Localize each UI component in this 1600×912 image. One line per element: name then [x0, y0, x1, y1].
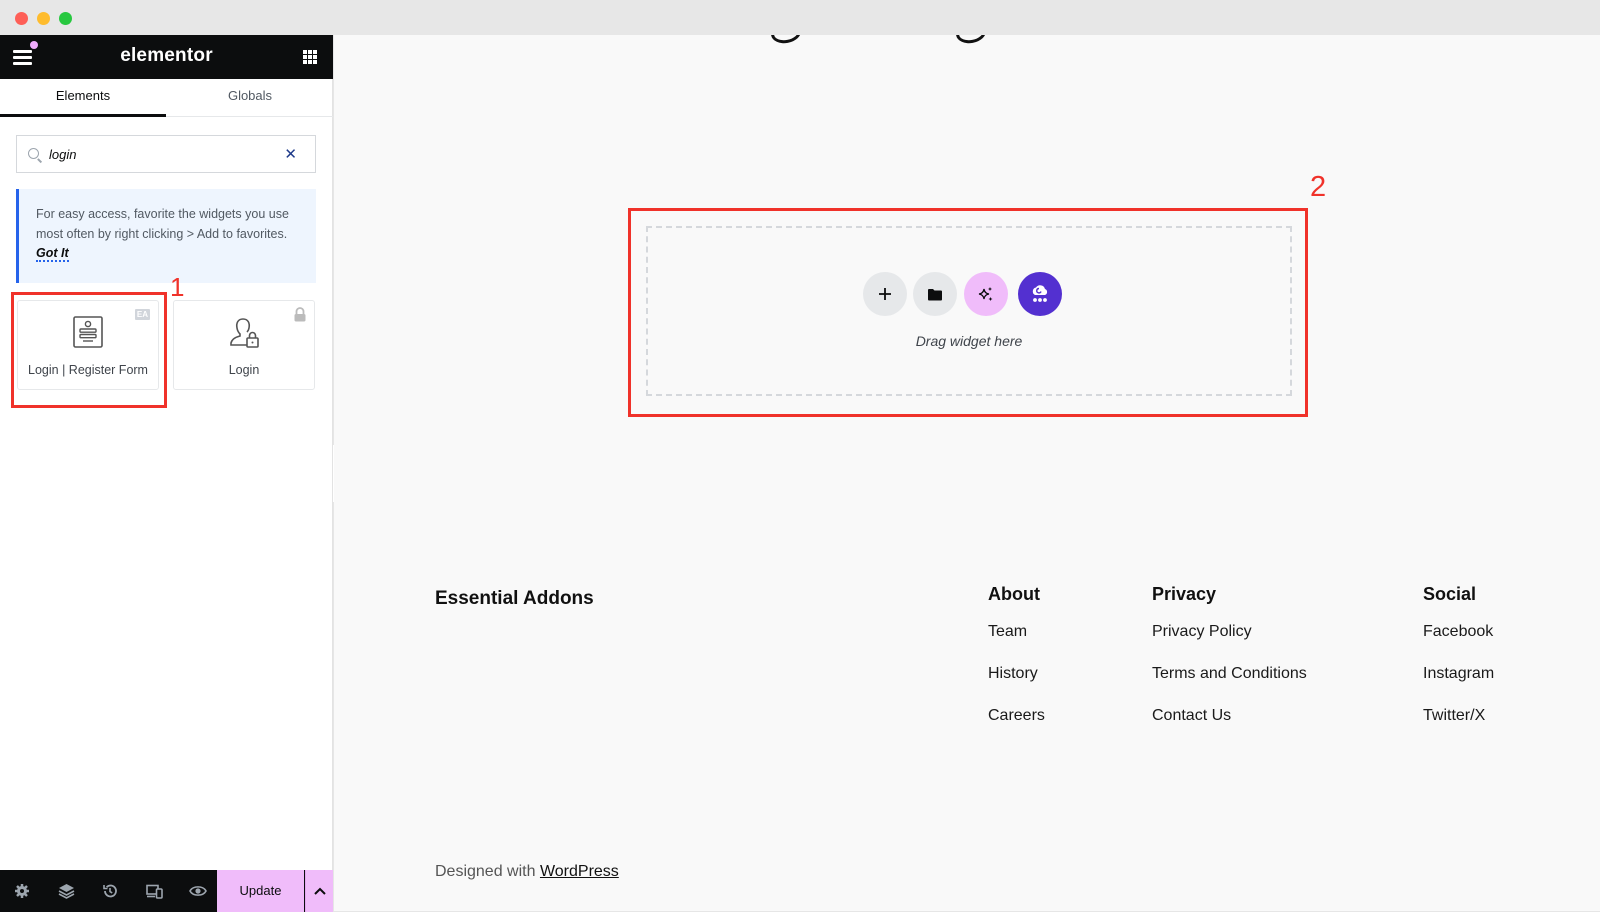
add-section-button[interactable] [863, 272, 907, 316]
widget-search: ✕ [16, 135, 316, 173]
widget-login[interactable]: Login [173, 300, 315, 390]
footer-link-facebook[interactable]: Facebook [1423, 623, 1494, 643]
widget-dropzone[interactable]: Drag widget here [646, 226, 1292, 396]
footer-link-privacy-policy[interactable]: Privacy Policy [1152, 623, 1307, 643]
panel-footer: Update [0, 870, 333, 912]
folder-icon [928, 288, 942, 300]
footer-link-instagram[interactable]: Instagram [1423, 665, 1494, 685]
tab-globals[interactable]: Globals [167, 79, 333, 117]
footer-link-history[interactable]: History [988, 665, 1045, 685]
ai-assistant-button[interactable] [964, 272, 1008, 316]
plus-icon [879, 288, 891, 300]
user-lock-icon [230, 318, 259, 348]
site-credits: Designed with WordPress [435, 863, 619, 881]
footer-column-privacy: Privacy Privacy Policy Terms and Conditi… [1152, 584, 1307, 749]
footer-column-title: About [988, 584, 1040, 604]
footer-link-contact[interactable]: Contact Us [1152, 707, 1307, 727]
window-titlebar [0, 0, 1600, 35]
notice-text: For easy access, favorite the widgets yo… [36, 207, 289, 241]
footer-brand: Essential Addons [435, 588, 594, 609]
panel-header: elementor [0, 35, 333, 79]
got-it-link[interactable]: Got It [36, 246, 69, 262]
responsive-mode-icon[interactable] [132, 870, 176, 912]
layers-icon[interactable] [44, 870, 88, 912]
annotation-number-2: 2 [1310, 171, 1327, 203]
sparkles-icon [978, 287, 993, 301]
maximize-window-button[interactable] [59, 12, 72, 25]
widget-label: Login [228, 363, 260, 377]
search-icon [28, 148, 39, 159]
widgets-grid-icon[interactable] [303, 50, 317, 64]
favorites-notice: For easy access, favorite the widgets yo… [16, 189, 316, 283]
footer-link-team[interactable]: Team [988, 623, 1045, 643]
elementor-logo: elementor [120, 45, 213, 66]
cropped-heading-glyph [769, 35, 803, 46]
pro-lock-icon [294, 307, 306, 322]
panel-tabs: Elements Globals [0, 79, 333, 117]
preview-eye-icon[interactable] [176, 870, 220, 912]
cropped-heading-glyph [954, 35, 988, 46]
clear-search-icon[interactable]: ✕ [284, 145, 297, 163]
footer-link-terms[interactable]: Terms and Conditions [1152, 665, 1307, 685]
annotation-box-1 [11, 292, 167, 408]
template-library-button[interactable] [913, 272, 957, 316]
essential-addons-button[interactable] [1018, 272, 1062, 316]
update-button[interactable]: Update [217, 870, 304, 912]
credits-prefix: Designed with [435, 863, 536, 880]
footer-link-twitter[interactable]: Twitter/X [1423, 707, 1494, 727]
minimize-window-button[interactable] [37, 12, 50, 25]
footer-column-title: Social [1423, 584, 1477, 604]
dropzone-hint: Drag widget here [915, 333, 1023, 349]
widget-search-input[interactable] [49, 136, 269, 172]
annotation-number-1: 1 [170, 272, 185, 302]
essential-addons-cloud-icon [1032, 285, 1048, 302]
footer-column-about: About Team History Careers [988, 584, 1045, 749]
footer-link-careers[interactable]: Careers [988, 707, 1045, 727]
footer-column-title: Privacy [1152, 584, 1217, 604]
page-canvas: Drag widget here 2 Essential Addons Abou… [334, 35, 1600, 911]
wordpress-link[interactable]: WordPress [540, 863, 619, 880]
elementor-panel: elementor Elements Globals ✕ For easy ac… [0, 35, 333, 912]
tab-elements[interactable]: Elements [0, 79, 166, 117]
history-icon[interactable] [88, 870, 132, 912]
settings-gear-icon[interactable] [0, 870, 44, 912]
annotation-box-2: Drag widget here [628, 208, 1308, 417]
footer-column-social: Social Facebook Instagram Twitter/X [1423, 584, 1494, 749]
close-window-button[interactable] [15, 12, 28, 25]
update-options-chevron-up-icon[interactable] [305, 870, 333, 912]
